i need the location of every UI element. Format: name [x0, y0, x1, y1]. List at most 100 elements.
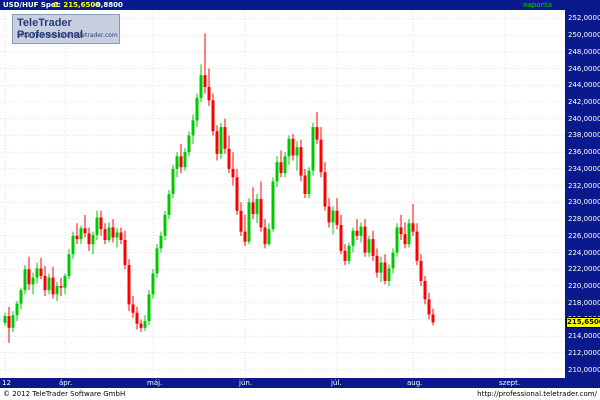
y-tick-label: 222,0000: [568, 265, 600, 274]
candle-body: [431, 314, 435, 323]
y-tick-label: 210,0000: [568, 365, 600, 374]
y-tick-label: 226,0000: [568, 231, 600, 240]
candle-body: [43, 275, 47, 291]
candle-body: [399, 227, 403, 235]
candle-body: [91, 234, 95, 245]
x-tick-label: ápr.: [59, 379, 73, 387]
candle-body: [395, 227, 399, 253]
candle-body: [335, 210, 339, 225]
candle-body: [7, 316, 11, 328]
candle-body: [423, 280, 427, 300]
copyright-text: © 2012 TeleTrader Software GmbH: [3, 390, 126, 398]
candle-body: [243, 231, 247, 242]
y-tick-label: 230,0000: [568, 198, 600, 207]
candle-body: [167, 194, 171, 215]
last-value-marker: 215,6500: [566, 317, 600, 329]
candle-body: [239, 210, 243, 232]
candle-body: [291, 138, 295, 156]
x-tick-label: aug.: [407, 379, 423, 387]
footer-url-link[interactable]: http://professional.teletrader.com/: [477, 389, 597, 399]
candle-body: [267, 229, 271, 245]
x-tick-label: máj.: [147, 379, 163, 387]
candle-body: [371, 239, 375, 256]
candle-body: [403, 234, 407, 245]
x-tick-label: júl.: [331, 379, 342, 387]
candle-body: [87, 233, 91, 245]
candle-body: [275, 162, 279, 182]
y-tick-label: 250,0000: [568, 31, 600, 40]
candle-body: [343, 250, 347, 261]
candle-body: [139, 323, 143, 328]
y-tick-label: 218,0000: [568, 298, 600, 307]
y-tick-label: 236,0000: [568, 148, 600, 157]
candle-body: [379, 262, 383, 273]
candle-body: [191, 120, 195, 136]
candle-body: [383, 262, 387, 281]
candle-body: [387, 268, 391, 281]
candle-body: [303, 175, 307, 194]
candle-body: [355, 230, 359, 236]
y-tick-label: 224,0000: [568, 248, 600, 257]
candle-body: [47, 277, 51, 291]
candle-body: [83, 228, 87, 234]
candle-body: [203, 75, 207, 87]
candle-body: [311, 127, 315, 171]
candle-body: [143, 321, 147, 328]
candle-body: [259, 199, 263, 228]
candle-body: [19, 290, 23, 304]
candle-body: [247, 202, 251, 242]
change-value: -0,8800: [93, 1, 123, 9]
candle-body: [279, 162, 283, 174]
candle-body: [415, 231, 419, 261]
candle-body: [219, 127, 223, 154]
teletrader-logo: TeleTrader Professional http://professio…: [12, 14, 120, 44]
candle-body: [175, 156, 179, 169]
candle-body: [59, 286, 63, 288]
candle-body: [331, 210, 335, 223]
candle-body: [135, 312, 139, 324]
candle-body: [347, 245, 351, 261]
candle-body: [411, 223, 415, 232]
y-tick-label: 212,0000: [568, 348, 600, 357]
candle-body: [115, 232, 119, 238]
y-tick-label: 252,0000: [568, 14, 600, 23]
candle-body: [251, 202, 255, 215]
y-tick-label: 234,0000: [568, 164, 600, 173]
y-tick-label: 228,0000: [568, 215, 600, 224]
y-tick-label: 238,0000: [568, 131, 600, 140]
y-tick-label: 248,0000: [568, 47, 600, 56]
candle-body: [183, 152, 187, 168]
footer: © 2012 TeleTrader Software GmbH http://p…: [0, 388, 600, 400]
candle-body: [367, 239, 371, 253]
candle-body: [227, 148, 231, 169]
candle-body: [375, 255, 379, 273]
price-chart[interactable]: [0, 10, 565, 378]
candle-body: [419, 260, 423, 281]
candle-body: [159, 235, 163, 249]
candle-body: [119, 232, 123, 240]
logo-url-text: http://professional.teletrader.com: [17, 32, 118, 39]
candle-body: [67, 254, 71, 276]
y-tick-label: 214,0000: [568, 332, 600, 341]
candle-body: [391, 252, 395, 269]
candle-body: [195, 97, 199, 121]
candle-body: [351, 230, 355, 246]
candle-body: [103, 229, 107, 240]
candle-body: [127, 265, 131, 305]
candle-body: [71, 235, 75, 255]
candle-body: [295, 147, 299, 156]
period-label[interactable]: naponta: [523, 0, 552, 10]
candle-body: [231, 168, 235, 178]
y-tick-label: 244,0000: [568, 81, 600, 90]
candle-body: [11, 315, 15, 328]
candle-body: [23, 269, 27, 291]
candle-body: [323, 172, 327, 207]
candle-body: [3, 316, 7, 323]
candle-body: [359, 226, 363, 236]
candle-body: [307, 170, 311, 194]
candle-body: [179, 156, 183, 168]
candle-body: [199, 75, 203, 98]
candle-body: [27, 269, 31, 285]
candle-body: [327, 206, 331, 223]
y-tick-label: 220,0000: [568, 282, 600, 290]
